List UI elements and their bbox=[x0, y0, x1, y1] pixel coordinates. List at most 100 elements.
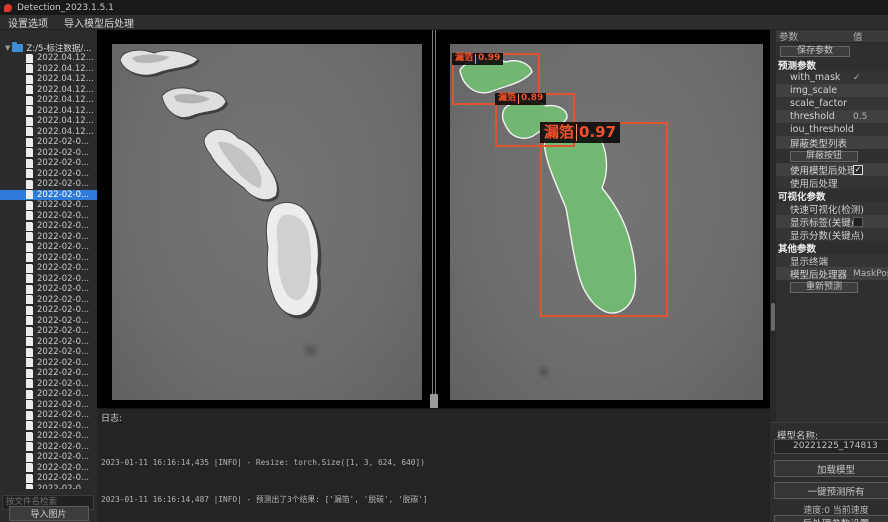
file-row[interactable]: 2022.04.12... bbox=[0, 53, 97, 64]
viewer-splitter-handle[interactable] bbox=[430, 394, 438, 408]
params-scrollbar-thumb[interactable] bbox=[771, 303, 775, 331]
param-row-button[interactable]: 保存参数 bbox=[780, 46, 850, 57]
tree-root[interactable]: ▼ Z:/5-标注数据/... bbox=[0, 42, 97, 53]
file-row[interactable]: 2022-02-0... bbox=[0, 442, 97, 453]
file-row[interactable]: 2022-02-0... bbox=[0, 179, 97, 190]
log-panel[interactable]: 日志: 2023-01-11 16:16:14,435 |INFO| - Res… bbox=[97, 408, 770, 522]
file-row[interactable]: 2022-02-0... bbox=[0, 221, 97, 232]
param-row-button[interactable]: 重新预测 bbox=[790, 282, 858, 293]
file-row[interactable]: 2022-02-0... bbox=[0, 347, 97, 358]
file-icon bbox=[26, 180, 33, 189]
param-row[interactable]: 其他参数 其他参数 bbox=[776, 241, 888, 254]
viewer-splitter[interactable] bbox=[432, 30, 436, 408]
file-row[interactable]: 2022-02-0... bbox=[0, 284, 97, 295]
file-row[interactable]: 2022-02-0... bbox=[0, 295, 97, 306]
menu-item[interactable]: 导入模型后处理 bbox=[64, 15, 134, 30]
file-icon bbox=[26, 85, 33, 94]
param-label: with_mask bbox=[790, 72, 840, 83]
predict-all-button[interactable]: 一键预测所有 bbox=[774, 482, 888, 499]
file-row[interactable]: 2022-02-0... bbox=[0, 232, 97, 243]
file-row[interactable]: 2022-02-0... bbox=[0, 305, 97, 316]
param-row[interactable]: 预测参数 预测参数 bbox=[776, 58, 888, 71]
detection-score: 0.89 bbox=[521, 94, 543, 104]
caret-down-icon[interactable]: ▼ bbox=[5, 44, 10, 52]
original-image-panel[interactable] bbox=[112, 44, 422, 400]
param-row[interactable]: scale_factor scale_factor bbox=[776, 97, 888, 110]
param-row[interactable]: 屏蔽类型列表 屏蔽类型列表 bbox=[776, 136, 888, 149]
param-row[interactable]: 显示终端 显示终端 bbox=[776, 254, 888, 267]
file-row[interactable]: 2022-02-0... bbox=[0, 253, 97, 264]
file-icon bbox=[26, 243, 33, 252]
file-row[interactable]: 2022-02-0... bbox=[0, 200, 97, 211]
file-row[interactable]: 2022-02-0... bbox=[0, 389, 97, 400]
file-row[interactable]: 2022.04.12... bbox=[0, 85, 97, 96]
defect-blobs-graphic bbox=[112, 44, 422, 400]
file-row[interactable]: 2022-02-0... bbox=[0, 148, 97, 159]
file-icon bbox=[26, 442, 33, 451]
file-row[interactable]: 2022-02-0... bbox=[0, 473, 97, 484]
file-row[interactable]: 2022-02-0... bbox=[0, 400, 97, 411]
param-row[interactable]: 保存参数 保存参数 bbox=[776, 44, 888, 58]
file-icon bbox=[26, 138, 33, 147]
file-row[interactable]: 2022.04.12... bbox=[0, 74, 97, 85]
param-row[interactable]: 屏蔽按钮 屏蔽按钮 bbox=[776, 149, 888, 163]
file-icon bbox=[26, 64, 33, 73]
file-label: 2022-02-0... bbox=[37, 452, 89, 462]
file-row[interactable]: 2022-02-0... bbox=[0, 263, 97, 274]
file-label: 2022.04.12... bbox=[37, 106, 94, 116]
param-row[interactable]: 显示标签(关键点) 显示标签(关键点) bbox=[776, 215, 888, 228]
postprocess-settings-button[interactable]: 后处理参数设置 bbox=[774, 515, 888, 522]
file-row[interactable]: 2022-02-0... bbox=[0, 337, 97, 348]
import-images-button[interactable]: 导入图片 bbox=[9, 506, 89, 521]
load-model-button[interactable]: 加载模型 bbox=[774, 460, 888, 477]
param-row[interactable]: 可视化参数 可视化参数 bbox=[776, 189, 888, 202]
file-icon bbox=[26, 127, 33, 136]
file-label: 2022-02-0... bbox=[37, 148, 89, 158]
param-row[interactable]: threshold threshold 0.5 bbox=[776, 110, 888, 123]
file-row[interactable]: 2022.04.12... bbox=[0, 64, 97, 75]
param-checkbox[interactable] bbox=[853, 165, 863, 175]
file-row[interactable]: 2022-02-0... bbox=[0, 326, 97, 337]
param-row-button[interactable]: 屏蔽按钮 bbox=[790, 151, 858, 162]
param-row[interactable]: 模型后处理器 模型后处理器 MaskPostPro bbox=[776, 267, 888, 280]
log-line: 2023-01-11 16:16:14,435 |INFO| - Resize:… bbox=[101, 458, 770, 467]
file-row[interactable]: 2022-02-0... bbox=[0, 274, 97, 285]
file-row[interactable]: 2022-02-0... bbox=[0, 316, 97, 327]
file-row[interactable]: 2022-02-0... bbox=[0, 421, 97, 432]
menu-item[interactable]: 设置选项 bbox=[8, 15, 48, 30]
file-row[interactable]: 2022-02-0... bbox=[0, 137, 97, 148]
file-row[interactable]: 2022-02-0... bbox=[0, 190, 97, 201]
file-row[interactable]: 2022.04.12... bbox=[0, 116, 97, 127]
model-name-field[interactable]: 20221225_174813 bbox=[774, 439, 888, 454]
file-row[interactable]: 2022.04.12... bbox=[0, 95, 97, 106]
file-row[interactable]: 2022-02-0... bbox=[0, 463, 97, 474]
file-row[interactable]: 2022-02-0... bbox=[0, 358, 97, 369]
file-icon bbox=[26, 211, 33, 220]
file-icon bbox=[26, 106, 33, 115]
param-checkbox[interactable] bbox=[853, 217, 863, 227]
file-row[interactable]: 2022-02-0... bbox=[0, 158, 97, 169]
file-row[interactable]: 2022-02-0... bbox=[0, 368, 97, 379]
param-row[interactable]: 使用模型后处理 使用模型后处理 bbox=[776, 163, 888, 176]
file-icon bbox=[26, 379, 33, 388]
params-header: 参数 值 bbox=[776, 30, 888, 43]
detection-class: 漏箔 bbox=[544, 124, 574, 141]
file-row[interactable]: 2022-02-0... bbox=[0, 452, 97, 463]
file-row[interactable]: 2022-02-0... bbox=[0, 410, 97, 421]
param-row[interactable]: 使用后处理 使用后处理 bbox=[776, 176, 888, 189]
file-row[interactable]: 2022-02-0... bbox=[0, 379, 97, 390]
param-row[interactable]: iou_threshold iou_threshold bbox=[776, 123, 888, 136]
title-bar[interactable]: Detection_2023.1.5.1 bbox=[0, 0, 888, 15]
param-row[interactable]: 重新预测 重新预测 bbox=[776, 280, 888, 294]
param-row[interactable]: 快速可视化(检测) 快速可视化(检测) bbox=[776, 202, 888, 215]
file-row[interactable]: 2022-02-0... bbox=[0, 169, 97, 180]
param-row[interactable]: with_mask with_mask ✓ bbox=[776, 71, 888, 84]
file-row[interactable]: 2022.04.12... bbox=[0, 127, 97, 138]
param-row[interactable]: 显示分数(关键点) 显示分数(关键点) bbox=[776, 228, 888, 241]
prediction-image-panel[interactable]: 漏箔 0.99 漏箔 0.89 漏箔 0.97 bbox=[450, 44, 763, 400]
file-row[interactable]: 2022-02-0... bbox=[0, 431, 97, 442]
file-row[interactable]: 2022-02-0... bbox=[0, 211, 97, 222]
file-row[interactable]: 2022-02-0... bbox=[0, 242, 97, 253]
file-row[interactable]: 2022.04.12... bbox=[0, 106, 97, 117]
param-row[interactable]: img_scale img_scale bbox=[776, 84, 888, 97]
